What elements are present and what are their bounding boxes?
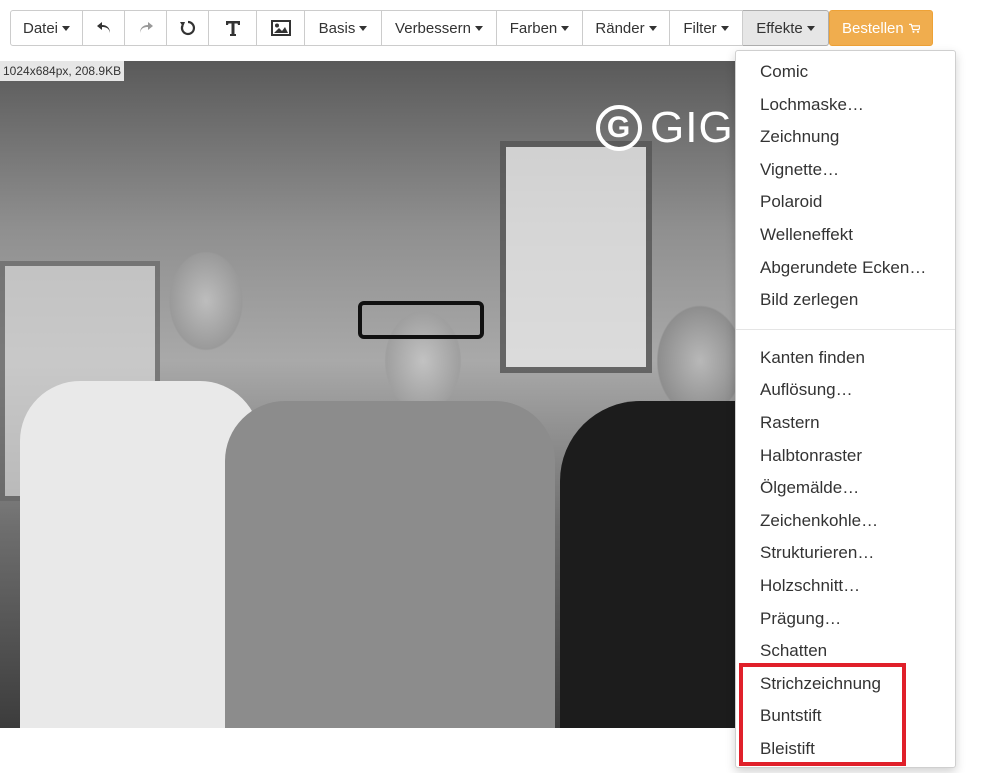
menu-item-kanten-finden[interactable]: Kanten finden bbox=[736, 342, 955, 375]
background-window bbox=[500, 141, 652, 373]
caret-down-icon bbox=[720, 25, 729, 31]
rotate-icon bbox=[179, 20, 195, 36]
borders-menu-label: Ränder bbox=[595, 19, 645, 37]
caret-down-icon bbox=[561, 25, 570, 31]
order-button[interactable]: Bestellen bbox=[829, 10, 933, 46]
menu-item-bild-zerlegen[interactable]: Bild zerlegen bbox=[736, 284, 955, 317]
text-icon bbox=[225, 21, 240, 36]
filter-menu-label: Filter bbox=[683, 19, 717, 37]
file-menu-label: Datei bbox=[22, 19, 59, 37]
caret-down-icon bbox=[806, 25, 815, 31]
caret-down-icon bbox=[648, 25, 657, 31]
colors-menu-label: Farben bbox=[509, 19, 558, 37]
highlight-box bbox=[739, 663, 906, 766]
menu-item-vignette[interactable]: Vignette… bbox=[736, 154, 955, 187]
basis-menu-label: Basis bbox=[318, 19, 356, 37]
effects-dropdown-menu: Comic Lochmaske… Zeichnung Vignette… Pol… bbox=[735, 50, 956, 768]
file-menu-button[interactable]: Datei bbox=[10, 10, 83, 46]
editor-toolbar: Datei Basis Verbessern Farben Ränder Fil… bbox=[10, 10, 933, 46]
menu-item-zeichenkohle[interactable]: Zeichenkohle… bbox=[736, 505, 955, 538]
insert-image-button[interactable] bbox=[257, 10, 305, 46]
logo-g-icon: G bbox=[596, 105, 642, 151]
menu-item-abgerundete-ecken[interactable]: Abgerundete Ecken… bbox=[736, 252, 955, 285]
cart-icon bbox=[908, 23, 920, 33]
undo-button[interactable] bbox=[83, 10, 125, 46]
effects-menu-label: Effekte bbox=[756, 19, 803, 37]
menu-item-rastern[interactable]: Rastern bbox=[736, 407, 955, 440]
redo-button[interactable] bbox=[125, 10, 167, 46]
menu-item-welleneffekt[interactable]: Welleneffekt bbox=[736, 219, 955, 252]
caret-down-icon bbox=[474, 25, 483, 31]
caret-down-icon bbox=[359, 25, 368, 31]
borders-menu-button[interactable]: Ränder bbox=[583, 10, 670, 46]
image-icon bbox=[270, 20, 291, 36]
effects-menu-button[interactable]: Effekte bbox=[743, 10, 829, 46]
menu-item-zeichnung[interactable]: Zeichnung bbox=[736, 121, 955, 154]
photo-logo: G GIG bbox=[596, 103, 734, 153]
logo-text: GIG bbox=[650, 103, 734, 152]
person-left bbox=[20, 381, 260, 728]
menu-item-polaroid[interactable]: Polaroid bbox=[736, 186, 955, 219]
undo-icon bbox=[96, 22, 110, 33]
menu-item-aufloesung[interactable]: Auflösung… bbox=[736, 374, 955, 407]
menu-item-holzschnitt[interactable]: Holzschnitt… bbox=[736, 570, 955, 603]
person-middle bbox=[225, 401, 555, 728]
menu-item-comic[interactable]: Comic bbox=[736, 56, 955, 89]
rotate-button[interactable] bbox=[167, 10, 209, 46]
basis-menu-button[interactable]: Basis bbox=[305, 10, 382, 46]
filter-menu-button[interactable]: Filter bbox=[670, 10, 743, 46]
image-info-label: 1024x684px, 208.9KB bbox=[0, 61, 125, 81]
menu-item-halbtonraster[interactable]: Halbtonraster bbox=[736, 440, 955, 473]
improve-menu-label: Verbessern bbox=[395, 19, 471, 37]
menu-divider bbox=[736, 328, 955, 330]
redo-icon bbox=[139, 22, 153, 33]
colors-menu-button[interactable]: Farben bbox=[497, 10, 583, 46]
text-button[interactable] bbox=[209, 10, 257, 46]
menu-item-oelgemaelde[interactable]: Ölgemälde… bbox=[736, 472, 955, 505]
caret-down-icon bbox=[62, 25, 71, 31]
menu-item-lochmaske[interactable]: Lochmaske… bbox=[736, 89, 955, 122]
glasses bbox=[358, 301, 484, 339]
order-button-label: Bestellen bbox=[842, 19, 904, 37]
menu-item-praegung[interactable]: Prägung… bbox=[736, 603, 955, 636]
improve-menu-button[interactable]: Verbessern bbox=[382, 10, 497, 46]
menu-item-strukturieren[interactable]: Strukturieren… bbox=[736, 537, 955, 570]
